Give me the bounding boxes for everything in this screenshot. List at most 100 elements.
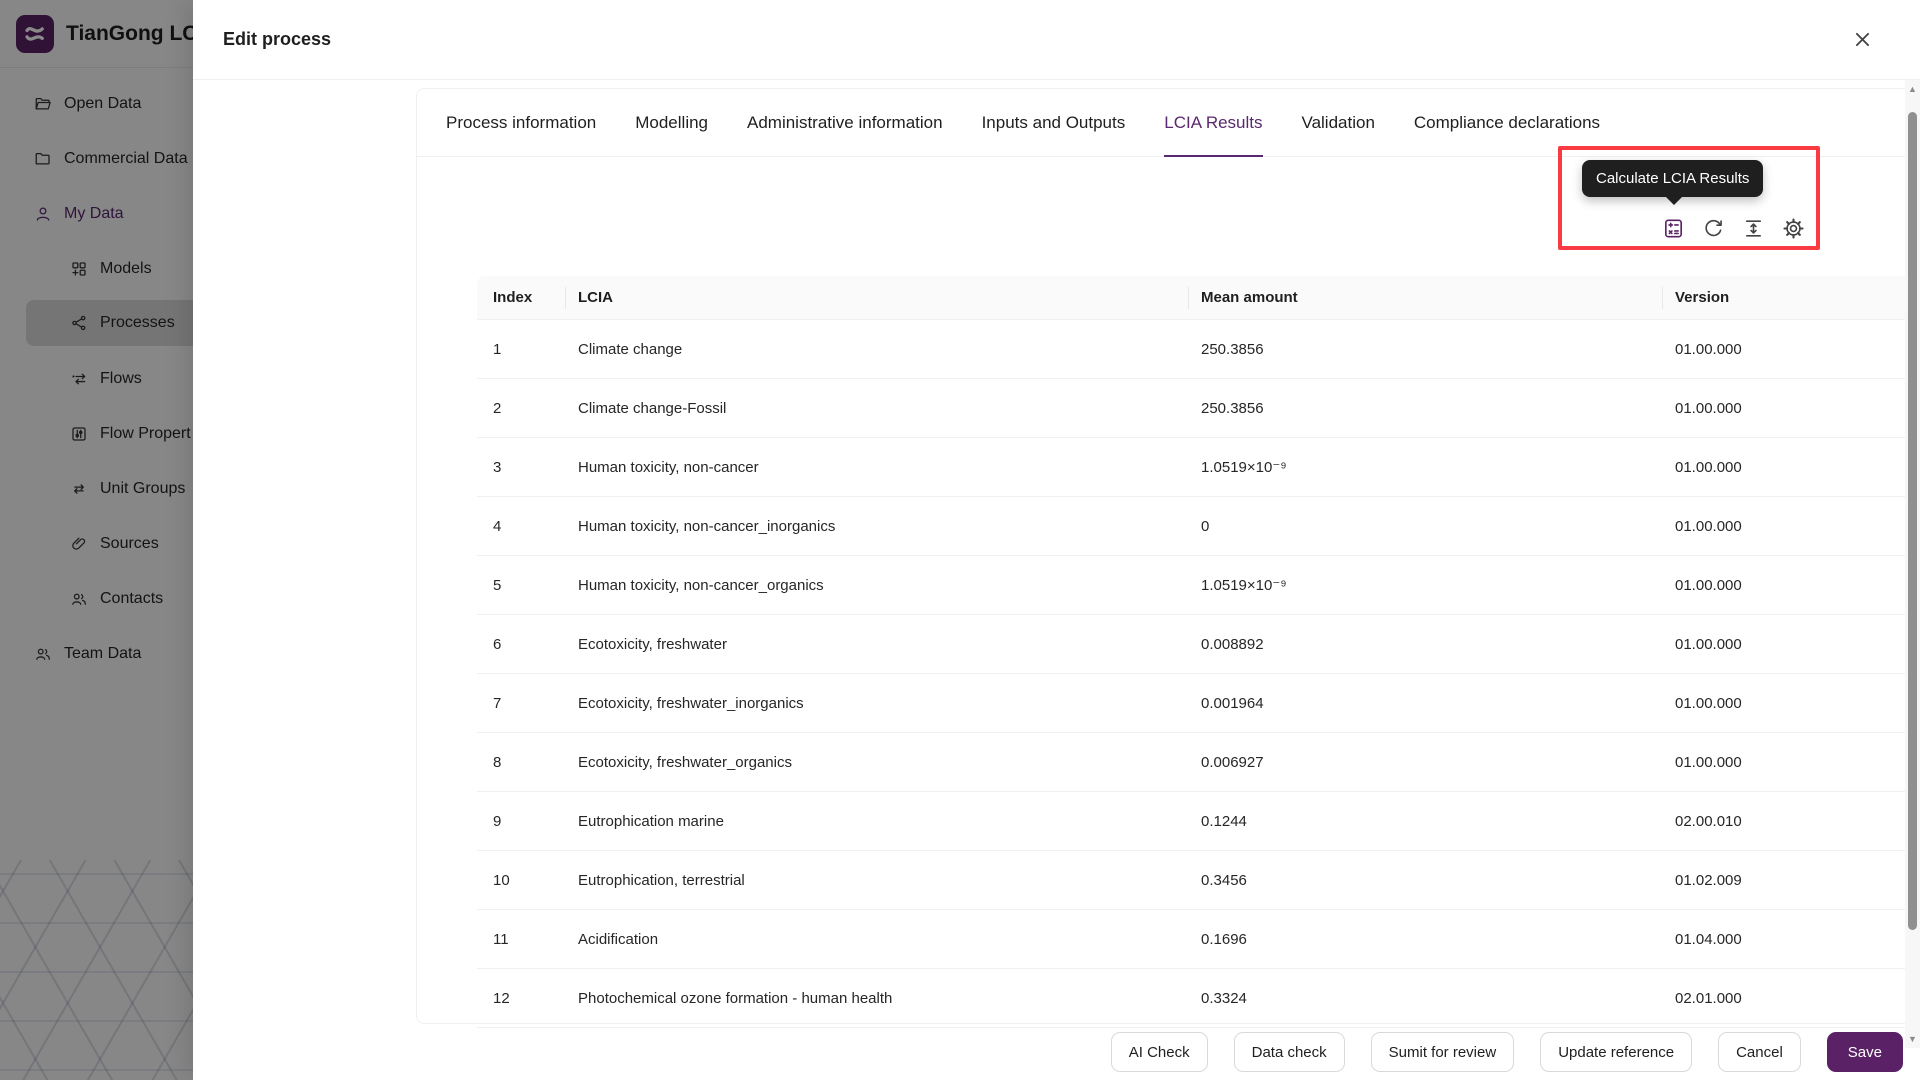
settings-button[interactable]: [1781, 216, 1805, 240]
cell-lcia: Eutrophication marine: [566, 792, 1189, 850]
table-row: 4Human toxicity, non-cancer_inorganics00…: [477, 497, 1920, 556]
cell-mean-amount: 1.0519×10⁻⁹: [1189, 438, 1663, 496]
table-row: 7Ecotoxicity, freshwater_inorganics0.001…: [477, 674, 1920, 733]
cell-lcia: Acidification: [566, 910, 1189, 968]
cancel-button[interactable]: Cancel: [1718, 1032, 1801, 1072]
drawer-header: Edit process: [193, 0, 1920, 80]
cell-version: 02.01.000: [1663, 969, 1920, 1027]
cell-index: 3: [477, 438, 566, 496]
calculator-icon: [1662, 217, 1685, 240]
cell-lcia: Climate change: [566, 320, 1189, 378]
cell-mean-amount: 0.3456: [1189, 851, 1663, 909]
tab-inputs-and-outputs[interactable]: Inputs and Outputs: [982, 89, 1126, 157]
table-row: 3Human toxicity, non-cancer1.0519×10⁻⁹01…: [477, 438, 1920, 497]
cell-mean-amount: 0.1244: [1189, 792, 1663, 850]
tab-label: Compliance declarations: [1414, 113, 1600, 133]
cell-index: 8: [477, 733, 566, 791]
refresh-button[interactable]: [1701, 216, 1725, 240]
lcia-toolbar: [1661, 216, 1805, 240]
header-cell-lcia: LCIA: [566, 276, 1189, 319]
cell-mean-amount: 0.3324: [1189, 969, 1663, 1027]
table-row: 12Photochemical ozone formation - human …: [477, 969, 1920, 1028]
cell-version: 01.02.009: [1663, 851, 1920, 909]
column-height-button[interactable]: [1741, 216, 1765, 240]
cell-version: 01.00.000: [1663, 438, 1920, 496]
cell-mean-amount: 0.006927: [1189, 733, 1663, 791]
tab-label: Administrative information: [747, 113, 943, 133]
cell-lcia: Human toxicity, non-cancer: [566, 438, 1189, 496]
cell-lcia: Photochemical ozone formation - human he…: [566, 969, 1189, 1027]
scrollbar-down-arrow[interactable]: ▼: [1905, 1032, 1920, 1046]
cell-index: 7: [477, 674, 566, 732]
cell-lcia: Ecotoxicity, freshwater_inorganics: [566, 674, 1189, 732]
tab-compliance-declarations[interactable]: Compliance declarations: [1414, 89, 1600, 157]
table-header: IndexLCIAMean amountVersion: [477, 276, 1920, 320]
cell-version: 01.00.000: [1663, 497, 1920, 555]
sumit-for-review-button[interactable]: Sumit for review: [1371, 1032, 1515, 1072]
tab-label: Process information: [446, 113, 596, 133]
calculate-lcia-button[interactable]: [1661, 216, 1685, 240]
table-row: 10Eutrophication, terrestrial0.345601.02…: [477, 851, 1920, 910]
drawer-footer: AI Check Data check Sumit for review Update…: [1111, 1032, 1903, 1072]
cell-index: 1: [477, 320, 566, 378]
cell-version: 01.00.000: [1663, 674, 1920, 732]
table-body: 1Climate change250.385601.00.0002Climate…: [477, 320, 1920, 1028]
header-cell-index: Index: [477, 276, 566, 319]
tab-process-information[interactable]: Process information: [446, 89, 596, 157]
cell-mean-amount: 0: [1189, 497, 1663, 555]
table-row: 9Eutrophication marine0.124402.00.010: [477, 792, 1920, 851]
calculate-lcia-tooltip: Calculate LCIA Results: [1582, 160, 1763, 197]
close-icon: [1855, 32, 1870, 47]
table-row: 11Acidification0.169601.04.000: [477, 910, 1920, 969]
cell-lcia: Climate change-Fossil: [566, 379, 1189, 437]
table-row: 6Ecotoxicity, freshwater0.00889201.00.00…: [477, 615, 1920, 674]
sidebar: TianGong LC Open DataCommercial DataMy D…: [0, 0, 193, 1080]
scrollbar-thumb[interactable]: [1908, 112, 1917, 930]
column-height-icon: [1742, 217, 1765, 240]
header-cell-version: Version: [1663, 276, 1920, 319]
cell-version: 02.00.010: [1663, 792, 1920, 850]
cell-lcia: Ecotoxicity, freshwater_organics: [566, 733, 1189, 791]
cell-index: 10: [477, 851, 566, 909]
cell-version: 01.04.000: [1663, 910, 1920, 968]
cell-index: 4: [477, 497, 566, 555]
save-button[interactable]: Save: [1827, 1032, 1903, 1072]
reload-icon: [1702, 217, 1725, 240]
cell-mean-amount: 250.3856: [1189, 320, 1663, 378]
table-row: 1Climate change250.385601.00.000: [477, 320, 1920, 379]
tab-administrative-information[interactable]: Administrative information: [747, 89, 943, 157]
app-root: TianGong LC Open DataCommercial DataMy D…: [0, 0, 1920, 1080]
cell-lcia: Eutrophication, terrestrial: [566, 851, 1189, 909]
cell-index: 5: [477, 556, 566, 614]
close-button[interactable]: [1848, 26, 1876, 54]
cell-version: 01.00.000: [1663, 556, 1920, 614]
tab-modelling[interactable]: Modelling: [635, 89, 708, 157]
cell-mean-amount: 0.001964: [1189, 674, 1663, 732]
cell-version: 01.00.000: [1663, 379, 1920, 437]
tab-label: Validation: [1302, 113, 1375, 133]
cell-lcia: Human toxicity, non-cancer_organics: [566, 556, 1189, 614]
tab-label: Modelling: [635, 113, 708, 133]
cell-index: 12: [477, 969, 566, 1027]
table-row: 2Climate change-Fossil250.385601.00.000: [477, 379, 1920, 438]
cell-mean-amount: 250.3856: [1189, 379, 1663, 437]
cell-index: 9: [477, 792, 566, 850]
ai-check-button[interactable]: AI Check: [1111, 1032, 1208, 1072]
tab-validation[interactable]: Validation: [1302, 89, 1375, 157]
tab-lcia-results[interactable]: LCIA Results: [1164, 89, 1262, 157]
cell-version: 01.00.000: [1663, 615, 1920, 673]
gear-icon: [1782, 217, 1805, 240]
cell-index: 2: [477, 379, 566, 437]
data-check-button[interactable]: Data check: [1234, 1032, 1345, 1072]
cell-version: 01.00.000: [1663, 733, 1920, 791]
tab-bar: Process information Modelling Administrati…: [417, 89, 1920, 157]
cell-index: 11: [477, 910, 566, 968]
scrollbar-up-arrow[interactable]: ▲: [1905, 82, 1920, 96]
cell-mean-amount: 0.1696: [1189, 910, 1663, 968]
drawer-title: Edit process: [223, 29, 331, 50]
update-reference-button[interactable]: Update reference: [1540, 1032, 1692, 1072]
cell-lcia: Ecotoxicity, freshwater: [566, 615, 1189, 673]
table-row: 8Ecotoxicity, freshwater_organics0.00692…: [477, 733, 1920, 792]
lcia-results-table: IndexLCIAMean amountVersion 1Climate cha…: [477, 276, 1920, 1028]
cell-version: 01.00.000: [1663, 320, 1920, 378]
